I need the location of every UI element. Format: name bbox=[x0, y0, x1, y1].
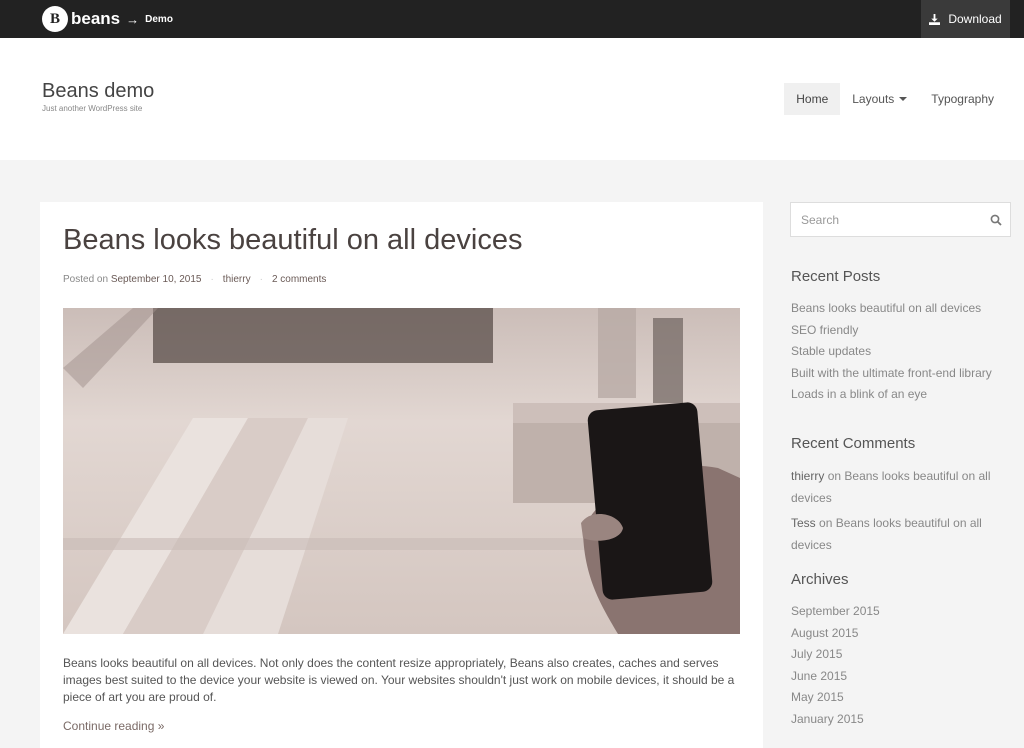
search-input[interactable] bbox=[791, 203, 971, 236]
meta-separator: · bbox=[259, 274, 263, 285]
search-box bbox=[790, 202, 1011, 237]
archives-title: Archives bbox=[791, 571, 849, 588]
meta-separator: · bbox=[210, 274, 214, 285]
recent-post-link[interactable]: Built with the ultimate front-end librar… bbox=[791, 366, 992, 380]
beans-logo-icon: B bbox=[42, 6, 68, 32]
post-article: Beans looks beautiful on all devices Pos… bbox=[40, 202, 763, 748]
top-bar: B beans → Demo Download bbox=[0, 0, 1024, 38]
recent-post-link[interactable]: Stable updates bbox=[791, 344, 871, 358]
archive-link[interactable]: August 2015 bbox=[791, 626, 858, 640]
nav-item-layouts[interactable]: Layouts bbox=[840, 83, 919, 115]
arrow-icon: → bbox=[126, 11, 140, 27]
post-author[interactable]: thierry bbox=[223, 274, 251, 285]
list-item[interactable]: June 2015 bbox=[791, 666, 1006, 688]
list-item: thierry on Beans looks beautiful on all … bbox=[791, 466, 1006, 509]
archive-link[interactable]: June 2015 bbox=[791, 669, 847, 683]
list-item: Tess on Beans looks beautiful on all dev… bbox=[791, 513, 1006, 556]
comment-on-word: on bbox=[819, 516, 833, 530]
post-comments-link[interactable]: 2 comments bbox=[272, 274, 326, 285]
recent-posts-title: Recent Posts bbox=[791, 268, 881, 285]
post-title[interactable]: Beans looks beautiful on all devices bbox=[63, 224, 522, 257]
recent-post-link[interactable]: Loads in a blink of an eye bbox=[791, 387, 927, 401]
posted-on-label: Posted on bbox=[63, 274, 109, 285]
nav-item-home[interactable]: Home bbox=[784, 83, 841, 115]
list-item[interactable]: Loads in a blink of an eye bbox=[791, 384, 1006, 406]
nav-item-typography[interactable]: Typography bbox=[919, 83, 1006, 115]
site-title[interactable]: Beans demo bbox=[42, 80, 154, 103]
continue-reading-link[interactable]: Continue reading » bbox=[63, 719, 164, 733]
list-item[interactable]: SEO friendly bbox=[791, 320, 1006, 342]
main-nav: Home Layouts Typography bbox=[784, 83, 1006, 115]
recent-post-link[interactable]: SEO friendly bbox=[791, 323, 858, 337]
list-item[interactable]: Stable updates bbox=[791, 341, 1006, 363]
featured-image[interactable] bbox=[63, 308, 740, 634]
demo-label: Demo bbox=[145, 13, 173, 25]
archive-link[interactable]: January 2015 bbox=[791, 712, 864, 726]
archive-link[interactable]: May 2015 bbox=[791, 690, 844, 704]
download-label: Download bbox=[948, 12, 1002, 26]
list-item[interactable]: May 2015 bbox=[791, 687, 1006, 709]
nav-item-label: Layouts bbox=[852, 92, 895, 106]
list-item[interactable]: July 2015 bbox=[791, 644, 1006, 666]
archive-link[interactable]: July 2015 bbox=[791, 647, 842, 661]
list-item[interactable]: January 2015 bbox=[791, 709, 1006, 731]
recent-comments-title: Recent Comments bbox=[791, 435, 916, 452]
post-date[interactable]: September 10, 2015 bbox=[111, 274, 202, 285]
comment-on-word: on bbox=[827, 469, 842, 483]
search-icon[interactable] bbox=[990, 214, 1002, 226]
comment-author[interactable]: Tess bbox=[791, 516, 816, 530]
beans-logo-link[interactable]: B beans → Demo bbox=[42, 6, 173, 32]
post-excerpt: Beans looks beautiful on all devices. No… bbox=[63, 656, 735, 704]
recent-post-link[interactable]: Beans looks beautiful on all devices bbox=[791, 301, 981, 315]
download-icon bbox=[929, 13, 941, 25]
nav-item-label: Home bbox=[796, 92, 829, 106]
featured-photo bbox=[63, 308, 740, 634]
recent-posts-list: Beans looks beautiful on all devices SEO… bbox=[791, 298, 1006, 406]
site-header: Beans demo Just another WordPress site H… bbox=[0, 38, 1024, 160]
archives-list: September 2015 August 2015 July 2015 Jun… bbox=[791, 601, 1006, 730]
nav-item-label: Typography bbox=[931, 92, 994, 106]
post-meta: Posted on September 10, 2015 · thierry ·… bbox=[63, 274, 326, 285]
list-item[interactable]: Beans looks beautiful on all devices bbox=[791, 298, 1006, 320]
list-item[interactable]: Built with the ultimate front-end librar… bbox=[791, 363, 1006, 385]
chevron-down-icon bbox=[899, 97, 908, 101]
archive-link[interactable]: September 2015 bbox=[791, 604, 880, 618]
comment-author[interactable]: thierry bbox=[791, 469, 824, 483]
list-item[interactable]: August 2015 bbox=[791, 623, 1006, 645]
brand-name: beans bbox=[71, 9, 121, 28]
list-item[interactable]: September 2015 bbox=[791, 601, 1006, 623]
download-button[interactable]: Download bbox=[921, 0, 1010, 38]
site-description: Just another WordPress site bbox=[42, 104, 143, 113]
recent-comments-list: thierry on Beans looks beautiful on all … bbox=[791, 466, 1006, 560]
